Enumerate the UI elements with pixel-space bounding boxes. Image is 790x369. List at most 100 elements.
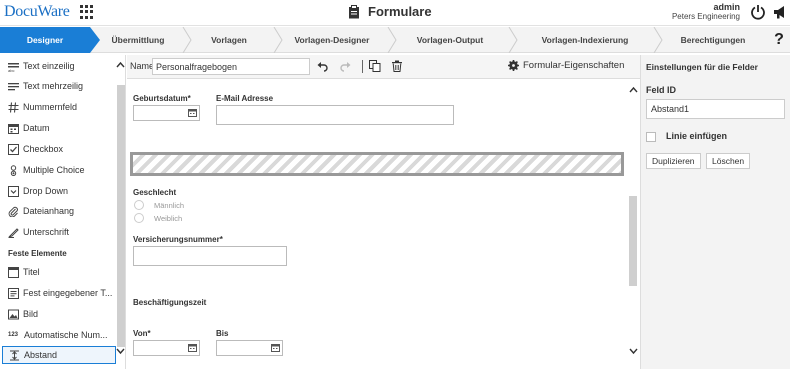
radio-male[interactable] (134, 200, 144, 210)
field-label-email: E-Mail Adresse (216, 94, 274, 103)
palette-item-checkbox[interactable]: Checkbox (0, 140, 116, 158)
palette-item-label: Abstand (24, 350, 58, 360)
palette-item-number[interactable]: Nummernfeld (0, 98, 116, 116)
settings-panel-title: Einstellungen für die Felder (646, 62, 758, 72)
docuware-logo[interactable]: DocuWare (4, 3, 70, 21)
palette-item-label: Multiple Choice (23, 165, 85, 175)
app-grid-icon[interactable] (80, 5, 94, 19)
step-separator (182, 27, 192, 53)
help-icon[interactable]: ? (768, 31, 790, 51)
fixed-text-icon (8, 287, 19, 299)
power-icon[interactable] (750, 4, 766, 20)
app-title-text: Formulare (368, 4, 432, 19)
delete-button[interactable]: Löschen (706, 153, 751, 169)
signature-icon (8, 227, 19, 238)
multiple-choice-icon (10, 164, 17, 176)
step-designer[interactable]: Designer (0, 27, 100, 53)
canvas-scrollbar[interactable] (627, 80, 640, 369)
calendar-icon[interactable] (188, 109, 197, 117)
workflow-steps: Designer Übermittlung Vorlagen Vorlagen-… (0, 27, 790, 53)
form-properties-button[interactable]: Formular-Eigenschaften (508, 60, 624, 71)
redo-icon[interactable] (339, 60, 351, 72)
radio-label-female: Weiblich (154, 214, 183, 223)
checkbox-icon (8, 143, 19, 155)
field-label-to: Bis (216, 329, 229, 338)
palette-item-label: Dateianhang (23, 206, 75, 216)
step-vorlagen[interactable]: Vorlagen (186, 27, 272, 53)
palette-item-label: Text einzeilig (23, 61, 75, 71)
image-icon (8, 309, 19, 319)
step-separator (653, 27, 663, 53)
email-input[interactable] (216, 105, 454, 125)
palette-item-title[interactable]: Titel (0, 263, 116, 281)
palette-item-label: Bild (23, 309, 39, 319)
palette-item-auto-number[interactable]: 123 Automatische Num... (0, 326, 116, 344)
step-separator (508, 27, 518, 53)
duplicate-button[interactable]: Duplizieren (646, 153, 701, 169)
field-id-label: Feld ID (646, 85, 677, 95)
title-icon (8, 266, 19, 278)
birthdate-input[interactable] (133, 105, 200, 121)
palette-scrollbar[interactable] (116, 55, 126, 369)
palette-item-multiple-choice[interactable]: Multiple Choice (0, 161, 116, 179)
megaphone-icon[interactable] (772, 4, 788, 20)
scrollbar-thumb[interactable] (117, 85, 125, 347)
field-label-gender: Geschlecht (133, 188, 177, 197)
spacer-element-selected[interactable] (130, 152, 624, 176)
palette-item-attachment[interactable]: Dateianhang (0, 202, 116, 220)
paperclip-icon (8, 206, 18, 217)
field-label-birthdate: Geburtsdatum* (133, 94, 191, 103)
svg-text:abc: abc (8, 68, 14, 72)
step-vorlagen-designer[interactable]: Vorlagen-Designer (278, 27, 386, 53)
palette-item-dropdown[interactable]: Drop Down (0, 182, 116, 200)
palette-item-fixed-text[interactable]: Fest eingegebener T... (0, 284, 116, 302)
insurance-number-input[interactable] (133, 246, 287, 266)
user-info[interactable]: admin Peters Engineering (672, 2, 740, 22)
trash-icon[interactable] (391, 60, 403, 72)
chevron-up-icon[interactable] (116, 61, 125, 68)
palette-item-label: Nummernfeld (23, 102, 78, 112)
calendar-icon[interactable] (271, 344, 280, 352)
section-label-employment: Beschäftigungszeit (133, 298, 207, 307)
gear-icon (508, 60, 519, 71)
form-canvas: Geburtsdatum* E-Mail Adresse Geschlecht … (127, 80, 627, 369)
field-id-input[interactable]: Abstand1 (646, 99, 785, 119)
palette-item-label: Unterschrift (23, 227, 70, 237)
scrollbar-thumb[interactable] (629, 196, 637, 286)
palette-item-label: Datum (23, 123, 50, 133)
step-vorlagen-indexierung[interactable]: Vorlagen-Indexierung (514, 27, 656, 53)
palette-item-signature[interactable]: Unterschrift (0, 223, 116, 241)
calendar-icon[interactable] (188, 344, 197, 352)
step-berechtigungen[interactable]: Berechtigungen (662, 27, 764, 53)
palette-item-text-single[interactable]: abc Text einzeilig (0, 57, 116, 75)
step-separator (387, 27, 397, 53)
palette-item-date[interactable]: Datum (0, 119, 116, 137)
palette-section-fixed: Feste Elemente (8, 249, 67, 258)
chevron-down-icon[interactable] (629, 348, 638, 355)
field-label-insurance: Versicherungsnummer* (133, 235, 223, 244)
palette-item-label: Text mehrzeilig (23, 81, 84, 91)
palette-item-image[interactable]: Bild (0, 305, 116, 323)
chevron-up-icon[interactable] (629, 86, 638, 93)
radio-label-male: Männlich (154, 201, 185, 210)
calendar-icon (8, 123, 19, 134)
from-date-input[interactable] (133, 340, 200, 356)
auto-number-icon: 123 (8, 331, 19, 338)
palette-item-label: Checkbox (23, 144, 64, 154)
step-vorlagen-output[interactable]: Vorlagen-Output (392, 27, 508, 53)
clipboard-icon (349, 4, 359, 18)
app-title: Formulare (348, 4, 432, 19)
palette-item-spacer[interactable]: Abstand (2, 346, 116, 364)
to-date-input[interactable] (216, 340, 283, 356)
element-palette: abc Text einzeilig Text mehrzeilig Numme… (0, 55, 126, 369)
copy-icon[interactable] (369, 60, 381, 72)
chevron-down-icon[interactable] (116, 348, 125, 355)
form-properties-label: Formular-Eigenschaften (523, 60, 625, 71)
palette-item-text-multi[interactable]: Text mehrzeilig (0, 77, 116, 95)
form-name-input[interactable] (152, 58, 310, 75)
radio-female[interactable] (134, 213, 144, 223)
insert-line-checkbox[interactable] (646, 132, 656, 142)
undo-icon[interactable] (317, 60, 329, 72)
top-bar: DocuWare Formulare admin Peters Engineer… (0, 0, 790, 26)
step-uebermittlung[interactable]: Übermittlung (96, 27, 180, 53)
